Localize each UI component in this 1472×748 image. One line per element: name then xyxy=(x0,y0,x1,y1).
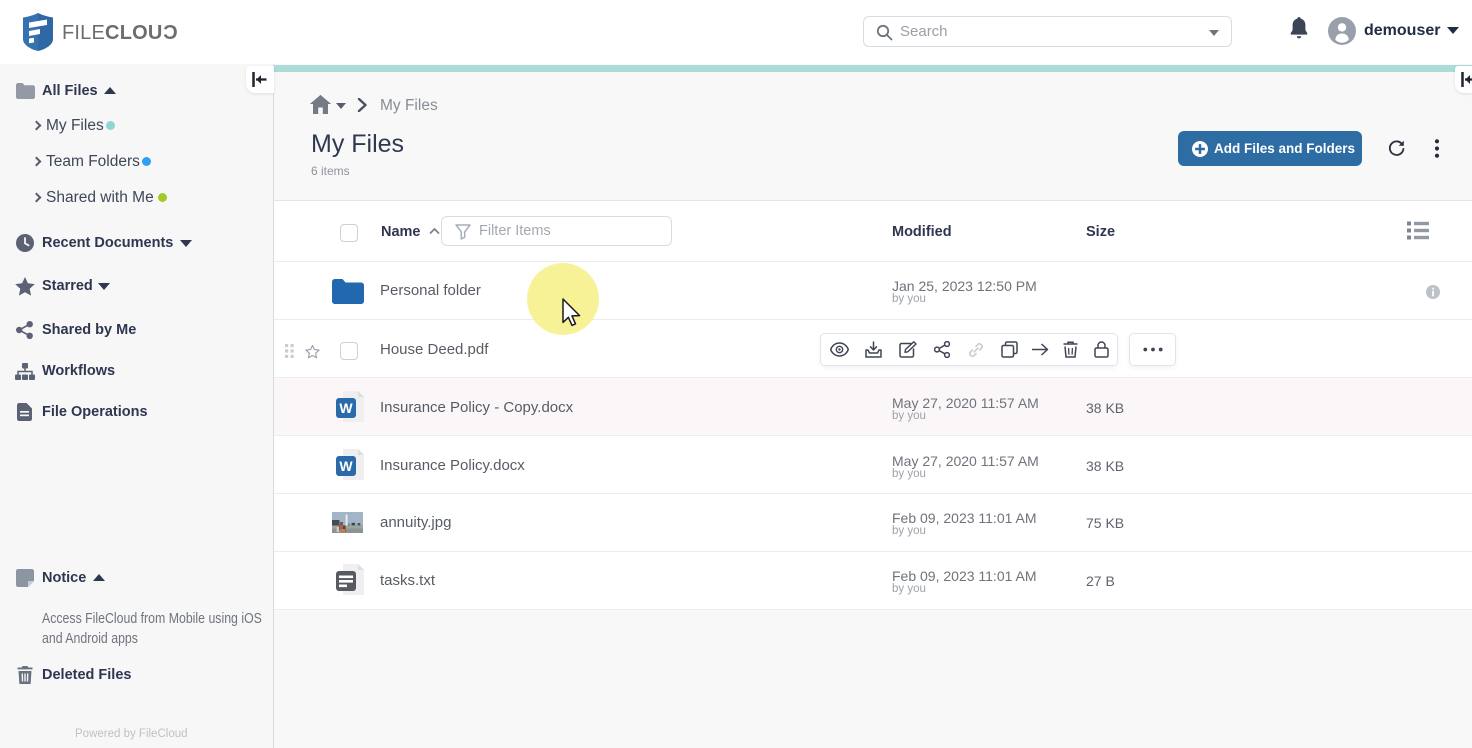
svg-text:W: W xyxy=(339,400,353,416)
svg-text:W: W xyxy=(339,458,353,474)
